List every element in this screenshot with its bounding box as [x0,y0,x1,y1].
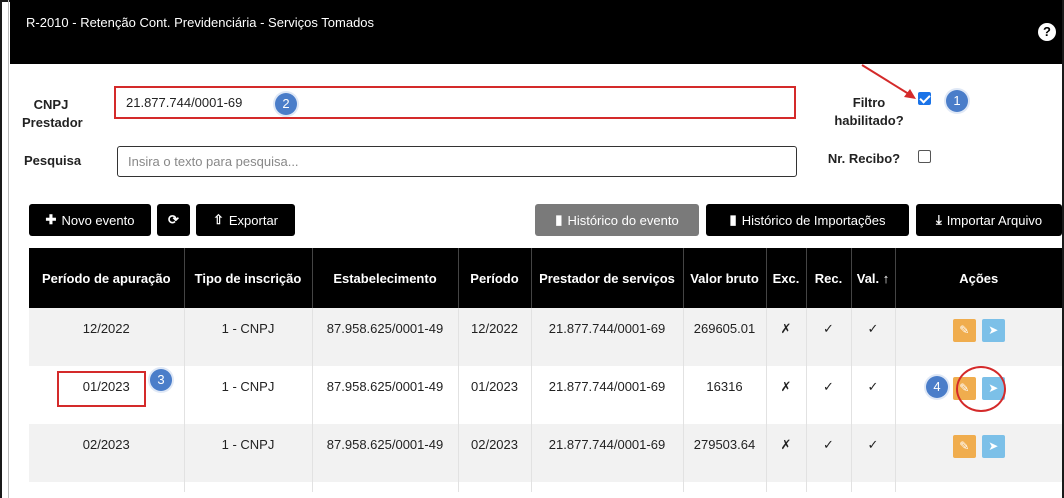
exportar-button[interactable]: ⇧ Exportar [196,204,295,236]
annotation-badge-1: 1 [946,90,968,112]
cell-periodo: 02/2023 [458,424,532,482]
historico-importacoes-button[interactable]: ▮ Histórico de Importações [706,204,909,236]
exportar-label: Exportar [228,212,279,228]
annotation-badge-3: 3 [150,369,172,391]
frame-divider [8,0,9,498]
cell-periodo: 12/2022 [458,308,532,366]
cell-periodo: 01/2023 [458,366,532,424]
table-row [29,482,1062,492]
cell-acoes: ✎ ➤ [895,308,1062,366]
cell-apuracao: 12/2022 [29,308,185,366]
column-header[interactable]: Exc. [766,248,807,308]
importar-arquivo-label: Importar Arquivo [946,212,1043,228]
column-header[interactable]: Estabelecimento [312,248,459,308]
cnpj-prestador-value: 21.877.744/0001-69 [126,95,243,110]
nr-recibo-label: Nr. Recibo? [827,151,901,166]
historico-importacoes-label: Histórico de Importações [741,212,886,228]
importar-arquivo-button[interactable]: ⤓ Importar Arquivo [916,204,1062,236]
plus-icon: ✚ [45,212,57,227]
cell-val: ✓ [851,308,896,366]
nr-recibo-checkbox[interactable] [918,150,931,163]
annotation-arrow [861,64,916,99]
cell-exc: ✗ [766,366,807,424]
cell-prestador: 21.877.744/0001-69 [531,424,684,482]
column-header[interactable]: Período [458,248,532,308]
send-icon[interactable]: ➤ [981,435,1005,458]
table-row: 01/2023 1 - CNPJ 87.958.625/0001-49 01/2… [29,366,1062,424]
cell-estabelecimento: 87.958.625/0001-49 [312,366,459,424]
cell-tipo: 1 - CNPJ [184,308,313,366]
novo-evento-button[interactable]: ✚ Novo evento [29,204,151,236]
annotation-circle-edit [956,366,1006,412]
import-icon: ⤓ [935,212,942,227]
search-placeholder: Insira o texto para pesquisa... [128,154,299,169]
events-table: Período de apuração Tipo de inscrição Es… [29,248,1062,492]
novo-evento-label: Novo evento [61,212,135,228]
book-icon: ▮ [555,212,563,227]
page-header: R-2010 - Retenção Cont. Previdenciária -… [10,0,1062,64]
help-icon[interactable]: ? [1038,23,1056,41]
cell-val: ✓ [851,424,896,482]
cnpj-prestador-input[interactable]: 21.877.744/0001-69 [114,86,796,119]
annotation-badge-2: 2 [275,93,297,115]
cell-rec: ✓ [806,424,852,482]
cell-exc: ✗ [766,308,807,366]
table-header-row: Período de apuração Tipo de inscrição Es… [29,248,1062,308]
cell-valor: 269605.01 [683,308,767,366]
cell-apuracao: 02/2023 [29,424,185,482]
historico-evento-button[interactable]: ▮ Histórico do evento [535,204,699,236]
column-header[interactable]: Tipo de inscrição [184,248,313,308]
cell-acoes: ✎ ➤ [895,424,1062,482]
column-header[interactable]: Prestador de serviços [531,248,684,308]
table-row: 02/2023 1 - CNPJ 87.958.625/0001-49 02/2… [29,424,1062,482]
cell-rec: ✓ [806,308,852,366]
historico-evento-label: Histórico do evento [567,212,679,228]
cell-rec: ✓ [806,366,852,424]
cell-prestador: 21.877.744/0001-69 [531,308,684,366]
table-row: 12/2022 1 - CNPJ 87.958.625/0001-49 12/2… [29,308,1062,366]
column-header[interactable]: Período de apuração [29,248,185,308]
edit-icon[interactable]: ✎ [952,319,976,342]
cell-tipo: 1 - CNPJ [184,424,313,482]
column-header[interactable]: Val. ↑ [851,248,896,308]
cell-prestador: 21.877.744/0001-69 [531,366,684,424]
search-input[interactable]: Insira o texto para pesquisa... [117,146,797,177]
page-title: R-2010 - Retenção Cont. Previdenciária -… [26,15,375,30]
column-header[interactable]: Rec. [806,248,852,308]
pesquisa-label: Pesquisa [24,153,82,168]
cell-tipo: 1 - CNPJ [184,366,313,424]
cell-val: ✓ [851,366,896,424]
cell-estabelecimento: 87.958.625/0001-49 [312,308,459,366]
cell-exc: ✗ [766,424,807,482]
cell-valor: 279503.64 [683,424,767,482]
book-icon: ▮ [729,212,737,227]
cell-estabelecimento: 87.958.625/0001-49 [312,424,459,482]
annotation-box-apuracao [57,371,146,407]
refresh-icon: ⟳ [168,212,179,227]
cnpj-prestador-label: CNPJ Prestador [22,97,83,130]
upload-icon: ⇧ [212,212,224,227]
send-icon[interactable]: ➤ [981,319,1005,342]
refresh-button[interactable]: ⟳ [157,204,190,236]
annotation-badge-4: 4 [926,376,948,398]
edit-icon[interactable]: ✎ [952,435,976,458]
cell-valor: 16316 [683,366,767,424]
column-header: Ações [895,248,1062,308]
column-header[interactable]: Valor bruto [683,248,767,308]
